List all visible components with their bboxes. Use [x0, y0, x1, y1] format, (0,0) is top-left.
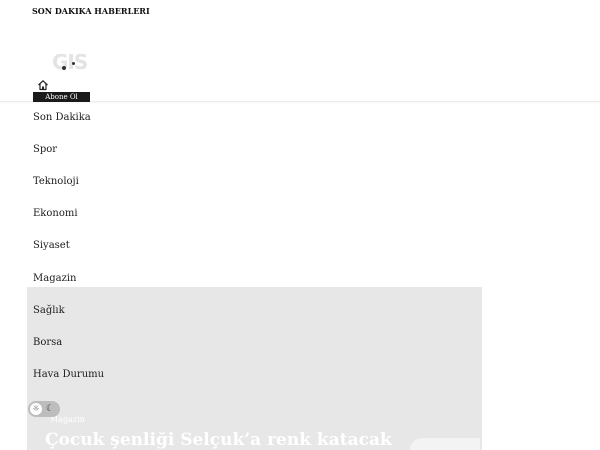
hero-category[interactable]: Magazin — [50, 415, 85, 424]
breaking-news-label[interactable]: SON DAKIKA HABERLERI — [28, 5, 154, 18]
moon-icon: ☾ — [46, 404, 55, 414]
hero-image — [410, 438, 480, 450]
theme-toggle[interactable]: ☼ ☾ — [28, 401, 60, 417]
menu-item-spor[interactable]: Spor — [33, 142, 57, 158]
home-icon[interactable] — [37, 79, 49, 91]
menu-item-saglik[interactable]: Sağlık — [33, 303, 65, 319]
menu-item-son-dakika[interactable]: Son Dakika — [33, 110, 91, 126]
header-bar — [0, 70, 600, 102]
menu-item-teknoloji[interactable]: Teknoloji — [33, 174, 79, 190]
hero-title[interactable]: Çocuk şenliği Selçuk’a renk katacak — [45, 430, 392, 450]
subscribe-button[interactable]: Abone Ol — [33, 92, 90, 102]
sun-icon: ☼ — [30, 403, 42, 415]
menu-item-siyaset[interactable]: Siyaset — [33, 238, 70, 254]
menu-item-ekonomi[interactable]: Ekonomi — [33, 206, 78, 222]
menu-item-borsa[interactable]: Borsa — [33, 335, 62, 351]
menu-item-magazin[interactable]: Magazin — [33, 271, 76, 287]
menu-item-hava-durumu[interactable]: Hava Durumu — [33, 367, 104, 383]
logo-mark — [72, 62, 75, 65]
